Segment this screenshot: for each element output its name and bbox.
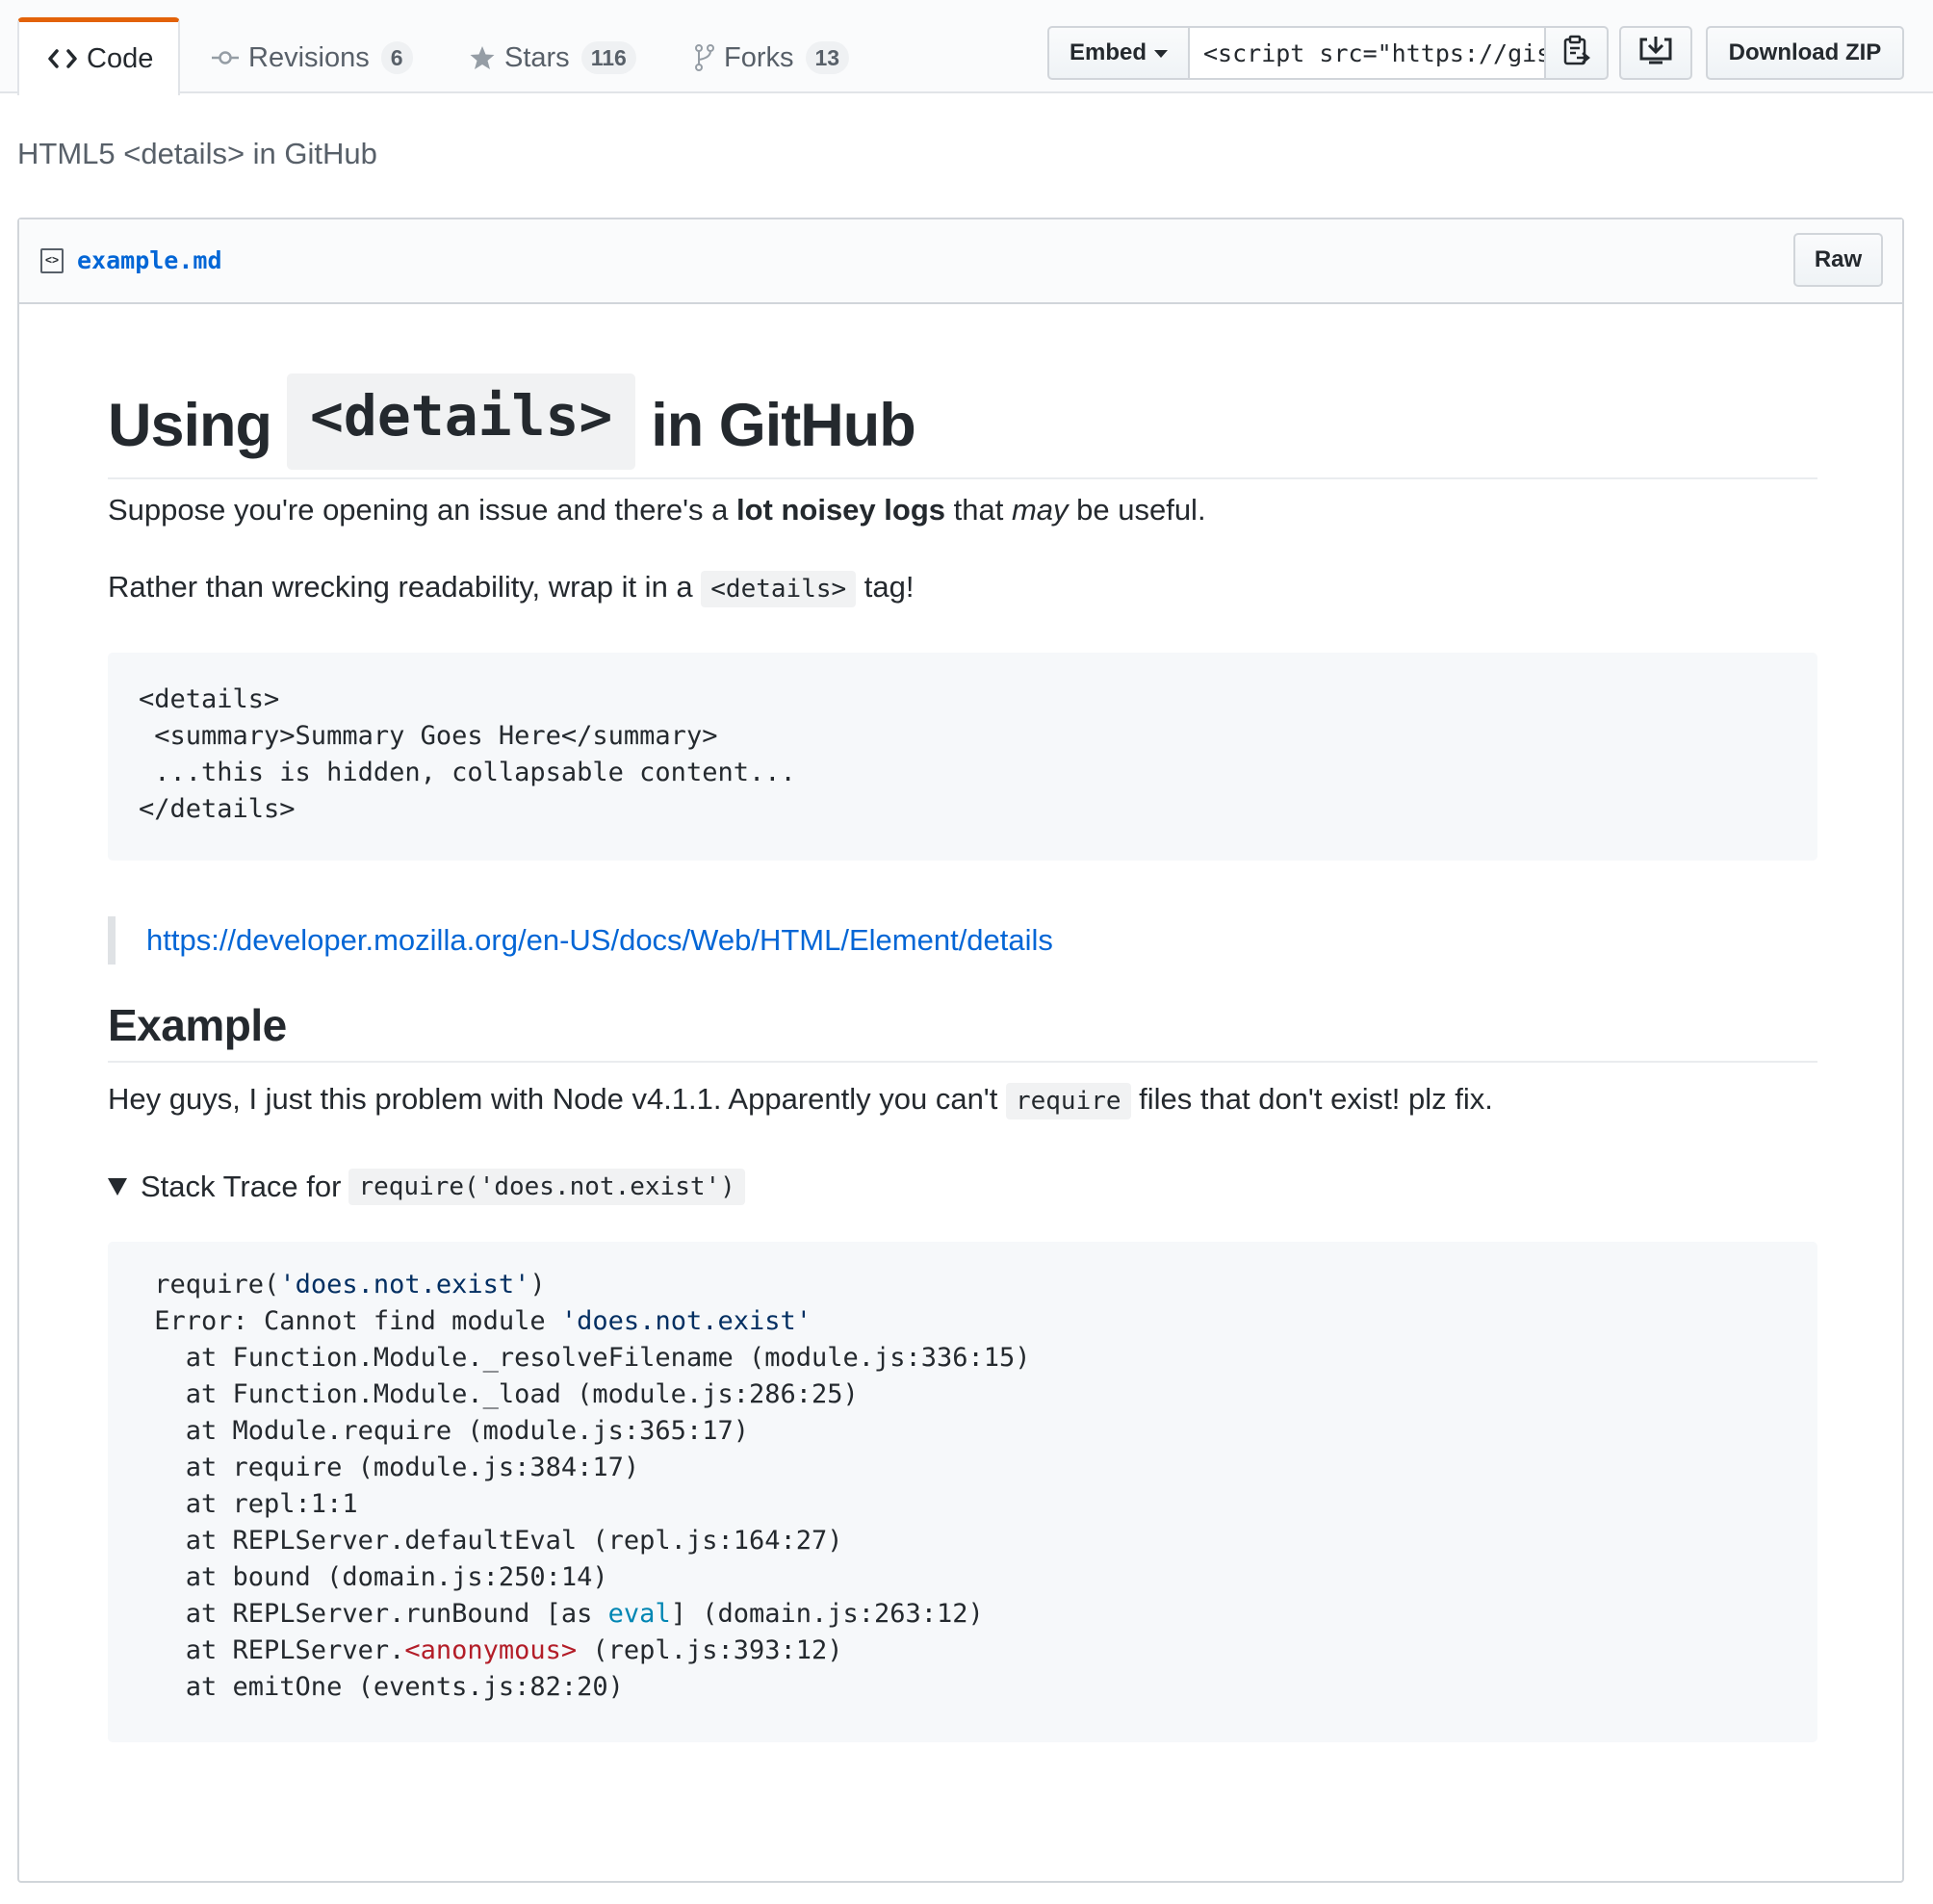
p3-text: Hey guys, I just this problem with Node …: [108, 1082, 1006, 1116]
embed-dropdown-button[interactable]: Embed: [1047, 26, 1190, 80]
clippy-icon: [1563, 35, 1590, 72]
trace-line: at REPLServer.defaultEval (repl.js:164:2…: [139, 1526, 843, 1556]
tab-code-label: Code: [87, 42, 154, 74]
trace-line: at Module.require (module.js:365:17): [139, 1416, 749, 1446]
paragraph-2: Rather than wrecking readability, wrap i…: [108, 570, 915, 607]
p3-text-2: files that don't exist! plz fix.: [1130, 1082, 1493, 1116]
tab-forks-label: Forks: [724, 41, 794, 73]
download-button[interactable]: [1619, 26, 1692, 80]
trace-line: at REPLServer.runBound [as eval] (domain…: [139, 1599, 984, 1629]
mdn-details-link[interactable]: https://developer.mozilla.org/en-US/docs…: [146, 923, 1053, 957]
p1-bold: lot noisey logs: [735, 493, 945, 527]
heading-1-text-before: Using: [108, 392, 272, 459]
paragraph-3: Hey guys, I just this problem with Node …: [108, 1082, 1493, 1119]
star-icon: [470, 45, 495, 70]
trace-line: at emitOne (events.js:82:20): [139, 1672, 624, 1702]
embed-label: Embed: [1069, 39, 1147, 65]
file-code-icon: <>: [40, 248, 64, 273]
summary-text: Stack Trace for: [141, 1170, 342, 1203]
p1-italic: may: [1011, 493, 1069, 527]
desktop-download-icon: [1639, 36, 1672, 71]
heading-1-text-after: in GitHub: [651, 392, 915, 459]
p2-text-2: tag!: [856, 570, 915, 604]
p2-inline-code: <details>: [701, 571, 857, 607]
heading-2-example: Example: [108, 999, 1817, 1063]
forks-count: 13: [805, 41, 850, 74]
gist-description: HTML5 <details> in GitHub: [17, 137, 377, 170]
code-line: ...this is hidden, collapsable content..…: [139, 758, 796, 787]
code-line: <details>: [139, 684, 280, 714]
tab-revisions[interactable]: Revisions 6: [212, 21, 413, 94]
embed-group: Embed <script src="https://gis: [1047, 26, 1609, 80]
download-zip-button[interactable]: Download ZIP: [1706, 26, 1904, 80]
tab-revisions-label: Revisions: [248, 41, 370, 73]
caret-down-icon: [1154, 50, 1168, 58]
paragraph-1: Suppose you're opening an issue and ther…: [108, 493, 1206, 527]
p1-text: Suppose you're opening an issue and ther…: [108, 493, 736, 527]
trace-line: Error: Cannot find module 'does.not.exis…: [139, 1306, 812, 1336]
trace-line: at repl:1:1: [139, 1489, 358, 1519]
p1-text-2: that: [945, 493, 1012, 527]
code-line: <summary>Summary Goes Here</summary>: [139, 721, 718, 751]
copy-to-clipboard-button[interactable]: [1544, 26, 1609, 80]
tab-forks[interactable]: Forks 13: [695, 21, 850, 94]
disclosure-triangle-icon: [108, 1178, 127, 1196]
heading-1: Using <details> in GitHub: [108, 373, 1817, 479]
raw-button[interactable]: Raw: [1793, 233, 1883, 287]
tab-stars[interactable]: Stars 116: [470, 21, 636, 94]
heading-1-code: <details>: [287, 373, 636, 470]
file-name-link[interactable]: example.md: [77, 246, 222, 274]
blockquote: https://developer.mozilla.org/en-US/docs…: [108, 916, 1053, 965]
trace-line: at bound (domain.js:250:14): [139, 1562, 608, 1592]
repo-forked-icon: [695, 44, 714, 71]
trace-line: at require (module.js:384:17): [139, 1453, 640, 1482]
embed-code-input[interactable]: <script src="https://gis: [1190, 26, 1544, 80]
git-commit-icon: [212, 50, 239, 65]
p2-text: Rather than wrecking readability, wrap i…: [108, 570, 702, 604]
tab-code[interactable]: Code: [17, 17, 180, 95]
details-summary[interactable]: Stack Trace for require('does.not.exist'…: [108, 1169, 745, 1205]
summary-inline-code: require('does.not.exist'): [348, 1169, 745, 1205]
code-line: </details>: [139, 794, 296, 824]
p1-text-3: be useful.: [1068, 493, 1206, 527]
stars-count: 116: [580, 41, 636, 74]
p3-inline-code: require: [1005, 1083, 1131, 1119]
tab-stars-label: Stars: [504, 41, 570, 73]
trace-line: at Function.Module._resolveFilename (mod…: [139, 1343, 1031, 1373]
code-block-details: <details> <summary>Summary Goes Here</su…: [108, 653, 1817, 861]
file-box: <> example.md Raw Using <details> in Git…: [17, 218, 1904, 1883]
trace-line: at REPLServer.<anonymous> (repl.js:393:1…: [139, 1635, 843, 1665]
file-header: <> example.md Raw: [19, 219, 1902, 304]
code-icon: [48, 48, 77, 69]
trace-line: require('does.not.exist'): [139, 1270, 546, 1299]
trace-line: at Function.Module._load (module.js:286:…: [139, 1379, 859, 1409]
code-block-stack-trace: require('does.not.exist') Error: Cannot …: [108, 1242, 1817, 1742]
revisions-count: 6: [380, 41, 413, 74]
gist-tabs-bar: Code Revisions 6 Stars 116 Forks 13 Embe…: [0, 0, 1933, 95]
